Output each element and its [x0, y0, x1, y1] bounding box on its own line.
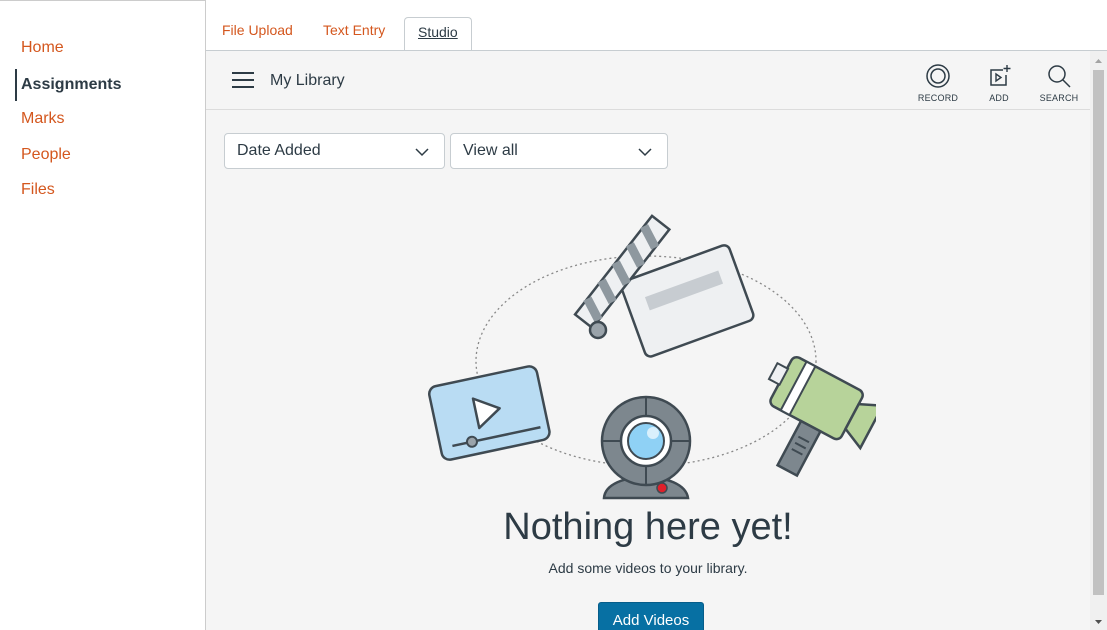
clapperboard-icon — [573, 214, 755, 358]
video-camera-icon — [767, 355, 876, 478]
tab-studio[interactable]: Studio — [404, 17, 472, 51]
record-icon — [926, 64, 950, 88]
search-button[interactable]: SEARCH — [1029, 63, 1089, 103]
menu-icon[interactable] — [232, 72, 254, 88]
active-indicator — [15, 69, 17, 101]
sort-select[interactable]: Date Added — [224, 133, 445, 169]
submission-tabs: File Upload Text Entry Studio — [206, 0, 1107, 51]
add-label: ADD — [989, 93, 1009, 103]
scrollbar-thumb[interactable] — [1093, 70, 1104, 595]
scroll-down-arrow-icon[interactable] — [1090, 613, 1107, 630]
empty-library-illustration — [428, 214, 876, 500]
add-media-icon — [990, 65, 1011, 86]
record-button[interactable]: RECORD — [908, 63, 968, 103]
studio-panel: My Library RECORD ADD SEARCH Date Added … — [206, 51, 1090, 630]
empty-state-subtitle: Add some videos to your library. — [548, 560, 748, 576]
tab-text-entry[interactable]: Text Entry — [323, 22, 385, 38]
video-player-icon — [428, 365, 551, 461]
tab-file-upload[interactable]: File Upload — [222, 22, 293, 38]
scrollbar[interactable] — [1090, 51, 1107, 630]
record-label: RECORD — [917, 93, 959, 103]
chevron-down-icon — [638, 148, 652, 157]
scroll-up-arrow-icon[interactable] — [1090, 53, 1107, 70]
nav-item-people[interactable]: People — [21, 145, 71, 165]
webcam-icon — [600, 395, 692, 500]
search-label: SEARCH — [1039, 93, 1079, 103]
nav-item-assignments[interactable]: Assignments — [21, 75, 121, 95]
nav-item-home[interactable]: Home — [21, 38, 64, 58]
nav-item-files[interactable]: Files — [21, 180, 55, 200]
search-icon — [1048, 65, 1071, 88]
sort-select-value: Date Added — [237, 142, 321, 159]
page-title: My Library — [270, 72, 345, 89]
chevron-down-icon — [415, 148, 429, 157]
nav-item-marks[interactable]: Marks — [21, 109, 65, 129]
empty-state-title: Nothing here yet! — [503, 506, 793, 548]
filter-select[interactable]: View all — [450, 133, 668, 169]
add-videos-button[interactable]: Add Videos — [598, 602, 704, 630]
course-nav: Home Assignments Marks People Files — [0, 0, 205, 630]
studio-header: My Library RECORD ADD SEARCH — [206, 51, 1090, 110]
filter-select-value: View all — [463, 142, 518, 159]
add-button[interactable]: ADD — [969, 63, 1029, 103]
